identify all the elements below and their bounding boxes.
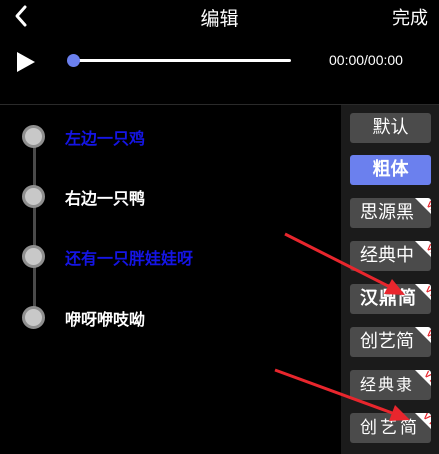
- subtitle-item[interactable]: 还有一只胖娃娃呀: [0, 236, 340, 276]
- font-option-handingjian[interactable]: 汉鼎简 VIP: [350, 284, 431, 314]
- font-option-jingdianzhong[interactable]: 经典中 VIP: [350, 241, 431, 271]
- vip-badge-icon: VIP: [415, 241, 431, 260]
- vip-badge-icon: VIP: [415, 327, 431, 346]
- font-option-chuangyijian[interactable]: 创艺简 VIP: [350, 327, 431, 357]
- progress-thumb[interactable]: [67, 54, 80, 67]
- done-button[interactable]: 完成: [392, 4, 428, 30]
- vip-badge-icon: VIP: [415, 284, 431, 304]
- subtitle-item[interactable]: 咿呀咿吱呦: [0, 297, 340, 337]
- subtitle-item[interactable]: 左边一只鸡: [0, 116, 340, 156]
- font-option-label: 汉鼎简: [360, 288, 417, 309]
- subtitle-text: 左边一只鸡: [65, 129, 146, 148]
- font-option-label: 经典隶: [360, 375, 415, 394]
- play-icon: [17, 52, 35, 72]
- top-bar: 编辑 完成: [0, 0, 439, 34]
- subtitle-text: 还有一只胖娃娃呀: [65, 249, 194, 268]
- font-option-jingdianli[interactable]: 经典隶 VIP: [350, 370, 431, 400]
- subtitle-text: 咿呀咿吱呦: [65, 310, 146, 329]
- timeline-dot: [22, 306, 45, 329]
- play-button[interactable]: [14, 50, 38, 74]
- vip-badge-icon: VIP: [415, 198, 431, 217]
- page-title: 编辑: [200, 8, 239, 30]
- subtitle-list: 左边一只鸡 右边一只鸭 还有一只胖娃娃呀 咿呀咿吱呦: [0, 105, 340, 454]
- font-option-bold[interactable]: 粗体: [350, 155, 431, 185]
- font-option-chuangyijian-2[interactable]: 创艺简 VIP: [350, 413, 431, 443]
- vip-badge-icon: VIP: [415, 413, 431, 435]
- audio-player: 00:00/00:00: [0, 34, 439, 104]
- font-option-label: 粗体: [372, 159, 409, 180]
- font-option-label: 创艺简: [360, 331, 414, 352]
- font-option-label: 经典中: [360, 245, 414, 266]
- font-panel: 默认 粗体 思源黑 VIP 经典中 VIP 汉鼎简 VIP 创艺简 VIP 经典…: [341, 105, 439, 454]
- subtitle-text: 右边一只鸭: [65, 189, 146, 208]
- timeline-dot: [22, 245, 45, 268]
- font-option-siyuanhei[interactable]: 思源黑 VIP: [350, 198, 431, 228]
- timeline-dot: [22, 185, 45, 208]
- font-option-label: 思源黑: [360, 202, 414, 223]
- progress-track[interactable]: [73, 59, 291, 62]
- time-readout: 00:00/00:00: [329, 52, 403, 68]
- timeline-dot: [22, 125, 45, 148]
- timeline-line: [33, 135, 36, 317]
- font-option-default[interactable]: 默认: [350, 113, 431, 143]
- font-option-label: 默认: [372, 117, 409, 138]
- subtitle-item[interactable]: 右边一只鸭: [0, 176, 340, 216]
- vip-badge-icon: VIP: [415, 370, 431, 391]
